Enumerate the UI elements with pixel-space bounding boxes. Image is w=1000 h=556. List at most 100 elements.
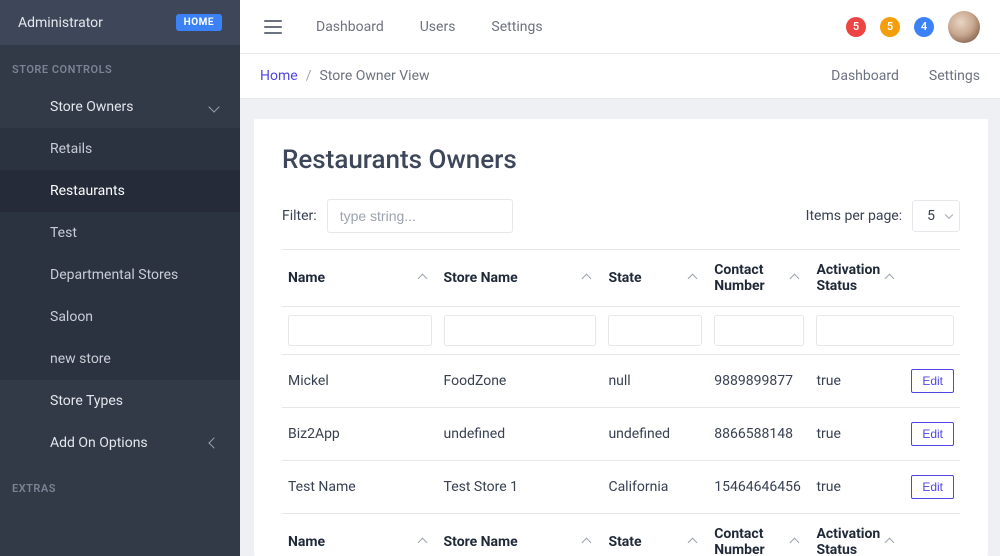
items-per-page-label: Items per page: [806,208,902,224]
sidebar-item-label: Departmental Stores [50,267,178,283]
table-row: Mickel FoodZone null 9889899877 true Edi… [282,355,960,408]
table-row: Test Name Test Store 1 California 154646… [282,461,960,514]
table-row: Biz2App undefined undefined 8866588148 t… [282,408,960,461]
sidebar-section-store-controls: STORE CONTROLS [0,45,240,86]
chevron-left-icon [208,437,219,448]
topbar: Dashboard Users Settings 5 5 4 [240,0,1000,54]
notification-badge-red[interactable]: 5 [846,17,866,37]
breadcrumb-home[interactable]: Home [260,68,298,84]
sort-arrow-icon [688,273,698,283]
topnav-settings[interactable]: Settings [491,19,542,35]
hamburger-icon[interactable] [260,16,286,38]
table-footer-row: Name Store Name State Contact Number Act… [282,514,960,556]
cell-contact: 8866588148 [708,408,810,461]
cell-status: true [810,355,905,408]
owners-table: Name Store Name State Contact Number Act… [282,249,960,556]
items-per-page-select[interactable]: 5 [912,200,960,232]
edit-button[interactable]: Edit [911,475,954,499]
sidebar-item-label: Store Types [50,393,123,409]
sidebar-item-label: Test [50,225,77,241]
tf-name[interactable]: Name [282,514,438,556]
edit-button[interactable]: Edit [911,422,954,446]
sort-arrow-icon [582,537,592,547]
notification-badge-yellow[interactable]: 5 [880,17,900,37]
cell-store: undefined [438,408,603,461]
controls-row: Filter: Items per page: 5 [282,199,960,233]
breadcrumb-right-dashboard[interactable]: Dashboard [831,68,899,84]
tf-activation-status[interactable]: Activation Status [810,514,905,556]
home-badge[interactable]: HOME [176,14,222,31]
cell-name: Test Name [282,461,438,514]
edit-button[interactable]: Edit [911,369,954,393]
table-filter-row [282,307,960,355]
th-name[interactable]: Name [282,250,438,307]
cell-name: Mickel [282,355,438,408]
column-filter-contact[interactable] [714,315,804,346]
sidebar-item-test[interactable]: Test [0,212,240,254]
tf-store-name[interactable]: Store Name [438,514,603,556]
sidebar-item-label: Saloon [50,309,93,325]
cell-state: null [602,355,708,408]
page-title: Restaurants Owners [282,145,960,175]
sort-arrow-icon [582,273,592,283]
sidebar-item-add-on-options[interactable]: Add On Options [0,422,240,464]
tf-action [905,514,960,556]
sidebar-item-restaurants[interactable]: Restaurants [0,170,240,212]
column-filter-name[interactable] [288,315,432,346]
column-filter-store[interactable] [444,315,597,346]
chevron-down-icon [208,101,219,112]
sidebar-item-store-owners[interactable]: Store Owners [0,86,240,128]
sidebar-header: Administrator HOME [0,0,240,45]
topbar-right: 5 5 4 [846,11,980,43]
topnav-dashboard[interactable]: Dashboard [316,19,384,35]
breadcrumb-right: Dashboard Settings [831,68,980,84]
sidebar-item-label: Restaurants [50,183,125,199]
breadcrumb-right-settings[interactable]: Settings [929,68,980,84]
topnav-users[interactable]: Users [420,19,456,35]
filter-label: Filter: [282,208,317,224]
th-store-name[interactable]: Store Name [438,250,603,307]
breadcrumb: Home / Store Owner View Dashboard Settin… [240,54,1000,99]
card: Restaurants Owners Filter: Items per pag… [254,119,988,556]
filter-input[interactable] [327,199,513,233]
app-layout: Administrator HOME STORE CONTROLS Store … [0,0,1000,556]
sort-arrow-icon [885,273,895,283]
cell-store: FoodZone [438,355,603,408]
th-activation-status[interactable]: Activation Status [810,250,905,307]
sidebar-item-store-types[interactable]: Store Types [0,380,240,422]
th-contact-number[interactable]: Contact Number [708,250,810,307]
sidebar-item-label: Retails [50,141,92,157]
sidebar-section-extras: EXTRAS [0,464,240,505]
sidebar: Administrator HOME STORE CONTROLS Store … [0,0,240,556]
sidebar-submenu-store-owners: Retails Restaurants Test Departmental St… [0,128,240,380]
sort-arrow-icon [688,537,698,547]
tf-contact-number[interactable]: Contact Number [708,514,810,556]
sidebar-item-departmental-stores[interactable]: Departmental Stores [0,254,240,296]
top-nav: Dashboard Users Settings [316,19,543,35]
content: Restaurants Owners Filter: Items per pag… [240,99,1000,556]
sidebar-item-new-store[interactable]: new store [0,338,240,380]
notification-badge-blue[interactable]: 4 [914,17,934,37]
sidebar-item-label: Store Owners [50,99,134,115]
sort-arrow-icon [417,537,427,547]
cell-store: Test Store 1 [438,461,603,514]
sidebar-item-saloon[interactable]: Saloon [0,296,240,338]
sidebar-item-label: Add On Options [50,435,148,451]
sort-arrow-icon [885,537,895,547]
cell-contact: 15464646456 [708,461,810,514]
column-filter-status[interactable] [816,315,954,346]
table-header-row: Name Store Name State Contact Number Act… [282,250,960,307]
column-filter-state[interactable] [608,315,702,346]
cell-status: true [810,461,905,514]
breadcrumb-separator: / [306,68,312,84]
th-state[interactable]: State [602,250,708,307]
sidebar-item-retails[interactable]: Retails [0,128,240,170]
cell-contact: 9889899877 [708,355,810,408]
breadcrumb-current: Store Owner View [319,68,429,84]
th-action [905,250,960,307]
avatar[interactable] [948,11,980,43]
cell-state: undefined [602,408,708,461]
tf-state[interactable]: State [602,514,708,556]
sort-arrow-icon [790,537,800,547]
sidebar-item-label: new store [50,351,111,367]
